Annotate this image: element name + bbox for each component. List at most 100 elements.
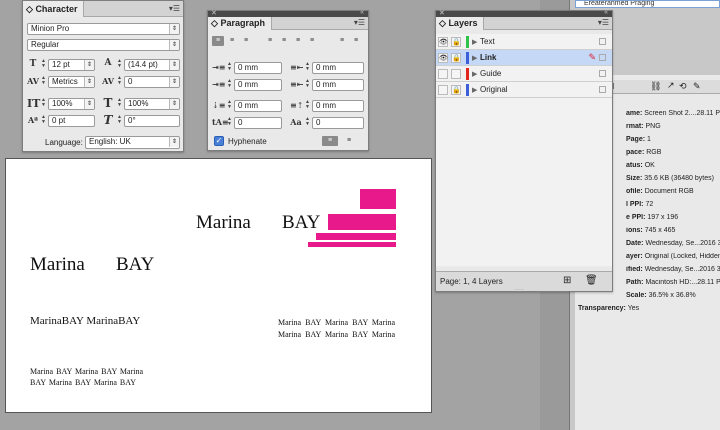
character-panel-tab[interactable]: ◇ Character xyxy=(23,1,85,17)
align-away-spine-icon[interactable]: ≡ xyxy=(350,36,362,46)
justify-all-icon[interactable]: ≡ xyxy=(306,36,318,46)
leading-field[interactable]: (14.4 pt) ⇕ xyxy=(124,59,180,71)
left-indent-stepper[interactable]: ▲ ▼ xyxy=(226,62,233,73)
align-to-grid-icon[interactable]: ≡ xyxy=(322,136,338,146)
collapse-arrows-icon[interactable]: « xyxy=(360,9,364,16)
paragraph-panel-tab[interactable]: ◇ Paragraph xyxy=(208,17,272,30)
no-grid-align-icon[interactable]: ≡ xyxy=(341,136,357,146)
layer-row[interactable]: 🔒 ▶ Original xyxy=(436,82,612,98)
accent-bar-2[interactable] xyxy=(328,214,396,230)
horizontal-scale-stepper[interactable]: ▲ ▼ xyxy=(116,98,123,109)
layers-panel-tab[interactable]: ◇ Layers xyxy=(436,17,485,30)
drop-cap-chars-stepper[interactable]: ▲ ▼ xyxy=(304,117,311,128)
trash-icon[interactable]: 🗑 xyxy=(585,275,598,286)
horizontal-scale-field[interactable]: 100% ⇕ xyxy=(124,98,180,110)
go-to-link-icon[interactable]: ↗ xyxy=(667,80,675,91)
font-size-stepper[interactable]: ▲ ▼ xyxy=(40,59,47,70)
layer-row[interactable]: 👁 🔒 ▶ Text xyxy=(436,34,612,50)
selection-square-icon[interactable] xyxy=(599,70,606,77)
kerning-stepper[interactable]: ▲ ▼ xyxy=(40,76,47,87)
hyphenate-checkbox[interactable]: ✓ xyxy=(214,136,224,146)
drop-cap-lines-field[interactable]: 0 xyxy=(234,117,282,129)
baseline-shift-field[interactable]: 0 pt xyxy=(48,115,95,127)
first-line-indent-field[interactable]: 0 mm xyxy=(234,79,282,91)
skew-field[interactable]: 0° xyxy=(124,115,180,127)
visibility-eye-icon[interactable]: 👁 xyxy=(438,37,448,47)
links-panel-top-item[interactable]: Ereaterahmed Praging xyxy=(575,0,720,8)
grid-line-1[interactable]: Marina BAY Marina BAY Marina xyxy=(278,318,395,327)
right-indent-field[interactable]: 0 mm xyxy=(312,62,364,74)
large-word-bay[interactable]: BAY xyxy=(116,254,154,276)
leading-stepper[interactable]: ▲ ▼ xyxy=(116,59,123,70)
close-icon[interactable]: ✕ xyxy=(211,9,217,17)
document-page[interactable]: Marina BAY Marina BAY MarinaBAY MarinaBA… xyxy=(5,158,432,413)
small-line[interactable]: MarinaBAY MarinaBAY xyxy=(30,315,140,327)
collapse-arrows-icon[interactable]: « xyxy=(604,9,608,16)
link-chain-icon[interactable]: ⛓ xyxy=(650,81,661,92)
relink-icon[interactable]: ⟲ xyxy=(679,81,687,92)
tracking-stepper[interactable]: ▲ ▼ xyxy=(116,76,123,87)
left-indent-field[interactable]: 0 mm xyxy=(234,62,282,74)
close-icon[interactable]: ✕ xyxy=(439,9,445,17)
tiny-line-1[interactable]: Marina BAY Marina BAY Marina xyxy=(30,367,143,376)
space-before-stepper[interactable]: ▲ ▼ xyxy=(226,100,233,111)
heading-word-marina[interactable]: Marina xyxy=(196,212,251,234)
lock-icon[interactable]: 🔒 xyxy=(451,53,461,63)
lock-icon[interactable] xyxy=(451,69,461,79)
panel-menu-icon[interactable]: ▾☰ xyxy=(169,4,180,13)
accent-bar-3[interactable] xyxy=(316,233,396,240)
visibility-eye-icon[interactable] xyxy=(438,69,448,79)
panel-menu-icon[interactable]: ▾☰ xyxy=(598,18,609,27)
lock-icon[interactable]: 🔒 xyxy=(451,85,461,95)
space-after-stepper[interactable]: ▲ ▼ xyxy=(304,100,311,111)
tracking-field[interactable]: 0 ⇕ xyxy=(124,76,180,88)
space-after-field[interactable]: 0 mm xyxy=(312,100,364,112)
edit-original-icon[interactable]: ✎ xyxy=(693,81,701,92)
justify-left-icon[interactable]: ≡ xyxy=(264,36,276,46)
language-select[interactable]: English: UK ⇕ xyxy=(85,136,180,149)
visibility-eye-icon[interactable]: 👁 xyxy=(438,53,448,63)
first-line-indent-stepper[interactable]: ▲ ▼ xyxy=(226,79,233,90)
expand-triangle-icon[interactable]: ▶ xyxy=(472,38,477,46)
expand-triangle-icon[interactable]: ▶ xyxy=(472,54,477,62)
resize-grip-icon[interactable]: …… xyxy=(514,286,524,292)
pen-selection-icon[interactable]: ✎ xyxy=(588,52,596,63)
expand-triangle-icon[interactable]: ▶ xyxy=(472,86,477,94)
align-left-icon[interactable]: ≡ xyxy=(212,36,224,46)
drop-cap-chars-field[interactable]: 0 xyxy=(312,117,364,129)
space-before-field[interactable]: 0 mm xyxy=(234,100,282,112)
visibility-eye-icon[interactable] xyxy=(438,85,448,95)
justify-right-icon[interactable]: ≡ xyxy=(292,36,304,46)
font-family-field[interactable]: Minion Pro ⇕ xyxy=(27,23,180,35)
heading-word-bay[interactable]: BAY xyxy=(282,212,320,234)
skew-stepper[interactable]: ▲ ▼ xyxy=(116,115,123,126)
font-size-field[interactable]: 12 pt ⇕ xyxy=(48,59,95,71)
tiny-line-2[interactable]: BAY Marina BAY Marina BAY xyxy=(30,378,136,387)
selection-square-icon[interactable] xyxy=(599,38,606,45)
accent-bar-4[interactable] xyxy=(308,242,396,247)
lock-icon[interactable]: 🔒 xyxy=(451,37,461,47)
right-indent-stepper[interactable]: ▲ ▼ xyxy=(304,62,311,73)
justify-center-icon[interactable]: ≡ xyxy=(278,36,290,46)
last-line-indent-field[interactable]: 0 mm xyxy=(312,79,364,91)
align-center-icon[interactable]: ≡ xyxy=(226,36,238,46)
align-toward-spine-icon[interactable]: ≡ xyxy=(336,36,348,46)
layer-row[interactable]: 👁 🔒 ▶ Link ✎ xyxy=(436,50,612,66)
grid-line-2[interactable]: Marina BAY Marina BAY Marina xyxy=(278,330,395,339)
vertical-scale-stepper[interactable]: ▲ ▼ xyxy=(40,98,47,109)
vertical-scale-field[interactable]: 100% ⇕ xyxy=(48,98,95,110)
selection-square-icon[interactable] xyxy=(599,54,606,61)
accent-bar-1[interactable] xyxy=(360,189,396,209)
panel-menu-icon[interactable]: ▾☰ xyxy=(354,18,365,27)
kerning-field[interactable]: Metrics ⇕ xyxy=(48,76,95,88)
last-line-indent-stepper[interactable]: ▲ ▼ xyxy=(304,79,311,90)
expand-triangle-icon[interactable]: ▶ xyxy=(472,70,477,78)
new-layer-icon[interactable]: ⊞ xyxy=(563,275,571,286)
large-word-marina[interactable]: Marina xyxy=(30,254,85,276)
baseline-shift-stepper[interactable]: ▲ ▼ xyxy=(40,115,47,126)
selection-square-icon[interactable] xyxy=(599,86,606,93)
drop-cap-lines-stepper[interactable]: ▲ ▼ xyxy=(226,117,233,128)
layer-row[interactable]: ▶ Guide xyxy=(436,66,612,82)
font-style-field[interactable]: Regular ⇕ xyxy=(27,39,180,51)
align-right-icon[interactable]: ≡ xyxy=(240,36,252,46)
